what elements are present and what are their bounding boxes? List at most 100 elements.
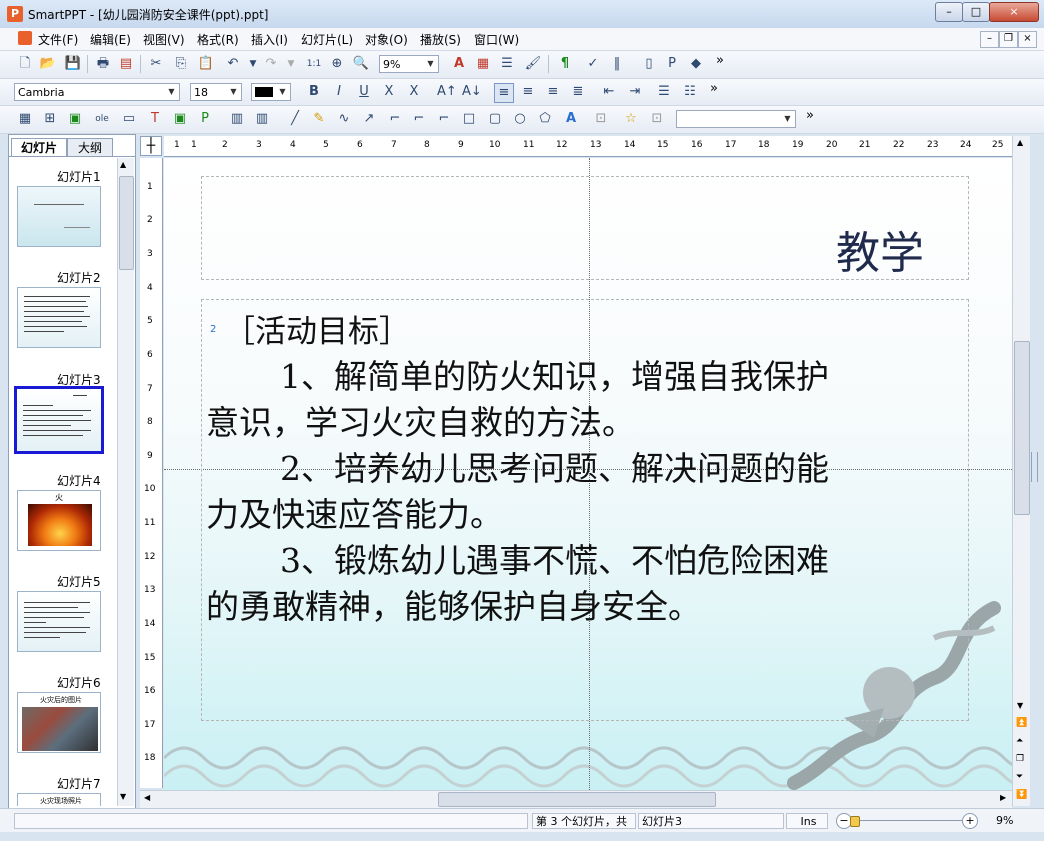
decrease-font-icon[interactable]: A↓ [462,83,482,101]
slide-properties-icon[interactable]: P [663,55,681,73]
document-icon[interactable] [18,31,32,45]
vertical-scrollbar[interactable]: ▲ ▼ ⏫ ⏶ ❐ ⏷ ⏬ [1012,136,1030,806]
connector-icon[interactable]: ⌐ [386,110,404,128]
curved-connector-icon[interactable]: ⌐ [435,110,453,128]
zoom-select[interactable]: 9% ▼ [379,55,439,73]
paragraph-mark-icon[interactable]: ¶ [556,55,574,73]
ruler-corner-icon[interactable]: ┼ [140,136,162,156]
slide-thumbnail-5[interactable] [17,591,101,652]
maximize-button[interactable]: □ [962,2,990,22]
rectangle-tool-icon[interactable]: □ [460,110,478,128]
scroll-down-icon[interactable]: ▼ [120,792,126,801]
arrow-tool-icon[interactable]: ↗ [360,110,378,128]
body-line[interactable]: 1、解简单的防火知识，增强自我保护 [280,350,829,398]
save-icon[interactable]: 💾 [64,55,82,73]
group-icon[interactable]: ⊡ [592,110,610,128]
ellipse-tool-icon[interactable]: ○ [511,110,529,128]
new-file-icon[interactable]: 🗋 [16,55,34,73]
italic-icon[interactable]: I [330,83,348,101]
insert-picture-icon[interactable]: P [196,110,214,128]
increase-font-icon[interactable]: A↑ [437,83,457,101]
menu-edit[interactable]: 编辑(E) [90,31,131,48]
insert-image-icon[interactable]: ▣ [66,110,84,128]
tab-slides[interactable]: 幻灯片 [11,138,67,157]
spell-check-icon[interactable]: ✓ [584,55,602,73]
redo-icon[interactable]: ↷ [262,55,280,73]
word-count-icon[interactable]: ‖ [608,55,626,73]
body-line[interactable]: 2、培养幼儿思考问题、解决问题的能 [280,442,829,490]
bullet-list-icon[interactable]: ☰ [655,83,673,101]
right-splitter[interactable] [1031,452,1038,482]
next-slide-icon[interactable]: ⏷ [1016,772,1023,782]
elbow-connector-icon[interactable]: ⌐ [410,110,428,128]
insert-text-icon[interactable]: T [146,110,164,128]
mdi-restore-button[interactable]: ❐ [999,31,1018,48]
font-size-select[interactable]: 18 ▼ [190,83,242,101]
slide-thumbnail-1[interactable] [17,186,101,247]
zoom-fit-icon[interactable]: ⊕ [328,55,346,73]
insert-table-icon[interactable]: ▦ [16,110,34,128]
insert-object-icon[interactable]: ▣ [171,110,189,128]
slide-thumbnail-4[interactable]: 火 [17,490,101,551]
zoom-in-icon[interactable]: + [962,813,978,829]
slide-thumbnail-6[interactable]: 火灾后的图片 [17,692,101,753]
strikethrough-icon[interactable]: X [380,83,398,101]
slides-panel-scrollbar[interactable]: ▲ ▼ [117,158,134,806]
scroll-right-icon[interactable]: ▶ [1000,793,1006,802]
toolbar-overflow-icon[interactable]: » [710,81,718,96]
status-insert-mode[interactable]: Ins [786,813,828,829]
format-painter-icon[interactable]: 🖌 [524,55,542,73]
undo-dropdown-icon[interactable]: ▼ [244,55,262,73]
last-slide-icon[interactable]: ⏬ [1016,790,1027,800]
bold-icon[interactable]: B [305,83,323,101]
actual-size-icon[interactable]: 1:1 [305,55,323,73]
menu-insert[interactable]: 插入(I) [251,31,288,48]
curve-tool-icon[interactable]: ∿ [335,110,353,128]
insert-chart-icon[interactable]: ▥ [253,110,271,128]
menu-view[interactable]: 视图(V) [143,31,185,48]
redo-dropdown-icon[interactable]: ▼ [282,55,300,73]
font-color-select[interactable]: ▼ [251,83,291,101]
body-line[interactable]: 力及快速应答能力。 [206,488,503,536]
rounded-rectangle-icon[interactable]: ▢ [486,110,504,128]
menu-window[interactable]: 窗口(W) [474,31,519,48]
paste-icon[interactable]: 📋 [197,55,215,73]
body-line[interactable]: ［活动目标］ [224,306,410,351]
pdf-export-icon[interactable]: ▤ [117,55,135,73]
numbered-list-icon[interactable]: ☷ [681,83,699,101]
slide-thumbnail-3-selected[interactable] [14,386,104,454]
toolbar-overflow-icon[interactable]: » [806,108,814,123]
first-slide-icon[interactable]: ⏫ [1016,718,1027,728]
scroll-left-icon[interactable]: ◀ [144,793,150,802]
horizontal-scrollbar[interactable]: ◀ ▶ [140,790,1012,808]
scroll-up-icon[interactable]: ▲ [1017,138,1023,147]
print-icon[interactable]: 🖶 [94,55,112,73]
shapes-icon[interactable]: ⬠ [536,110,554,128]
menu-object[interactable]: 对象(O) [365,31,408,48]
cut-icon[interactable]: ✂ [147,55,165,73]
scrollbar-thumb[interactable] [119,176,134,270]
zoom-slider[interactable] [850,820,962,821]
insert-frame-icon[interactable]: ▭ [120,110,138,128]
scrollbar-thumb[interactable] [1014,341,1030,515]
previous-slide-icon[interactable]: ⏶ [1016,736,1023,746]
mdi-close-button[interactable]: × [1018,31,1037,48]
scroll-up-icon[interactable]: ▲ [120,160,126,169]
insert-ole-icon[interactable]: ole [93,110,111,128]
menu-format[interactable]: 格式(R) [197,31,239,48]
open-folder-icon[interactable]: 📂 [39,55,57,73]
close-button[interactable]: × [989,2,1039,22]
slide-thumbnail-2[interactable] [17,287,101,348]
body-placeholder[interactable]: 2 ［活动目标］ 1、解简单的防火知识，增强自我保护 意识，学习火灾自救的方法。… [201,299,969,721]
font-name-select[interactable]: Cambria ▼ [14,83,180,101]
title-placeholder[interactable]: 教学 [201,176,969,280]
insert-media-icon[interactable]: ▥ [228,110,246,128]
restore-view-icon[interactable]: ❐ [1016,754,1024,764]
toolbar-overflow-icon[interactable]: » [716,53,724,68]
align-left-icon[interactable]: ≡ [494,83,514,103]
scroll-down-icon[interactable]: ▼ [1017,701,1023,710]
effects-star-icon[interactable]: ☆ [622,110,640,128]
animation-icon[interactable]: ⊡ [648,110,666,128]
insert-grid-icon[interactable]: ⊞ [41,110,59,128]
wordart-icon[interactable]: A [562,110,580,128]
